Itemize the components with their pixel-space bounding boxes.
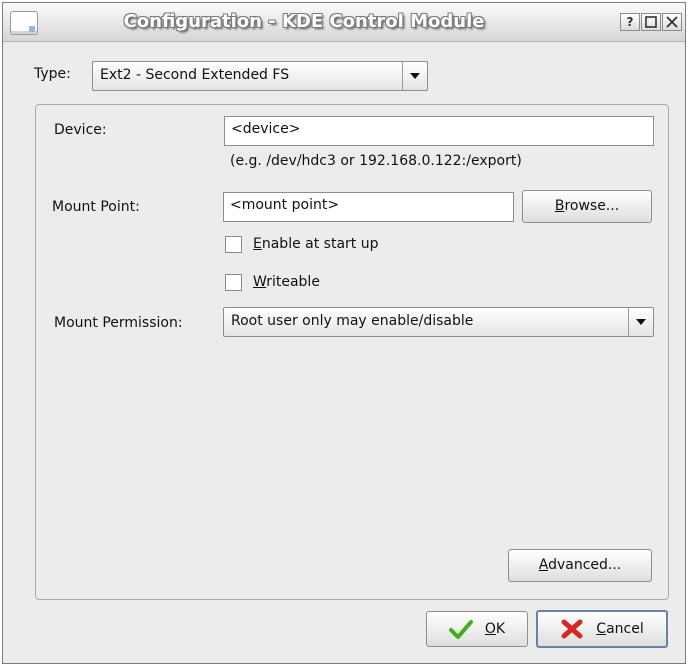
writeable-checkbox[interactable] (225, 274, 242, 291)
mount-permission-select[interactable]: Root user only may enable/disable (223, 307, 654, 337)
advanced-mnemonic: A (538, 557, 549, 573)
cross-icon (561, 619, 583, 639)
browse-mnemonic: B (554, 198, 565, 214)
cancel-mnemonic: C (596, 621, 607, 637)
chevron-down-icon (628, 308, 653, 336)
mount-permission-value: Root user only may enable/disable (231, 313, 474, 329)
device-hint: (e.g. /dev/hdc3 or 192.168.0.122:/export… (230, 153, 522, 169)
close-icon (666, 16, 678, 28)
mount-settings-group (35, 104, 669, 600)
help-button[interactable]: ? (620, 13, 640, 31)
writeable-label-rest: riteable (266, 274, 320, 290)
type-select-value: Ext2 - Second Extended FS (100, 67, 290, 83)
mount-permission-label: Mount Permission: (54, 315, 183, 331)
writeable-mnemonic: W (253, 274, 267, 290)
type-label: Type: (34, 66, 71, 82)
cancel-label-rest: ancel (606, 621, 644, 637)
title-bar[interactable]: Configuration - KDE Control Module ? (3, 3, 685, 42)
ok-mnemonic: O (484, 621, 496, 637)
ok-button[interactable]: OK (426, 611, 528, 647)
device-input[interactable]: <device> (224, 116, 654, 146)
browse-button[interactable]: Browse... (522, 190, 652, 223)
checkmark-icon (448, 620, 473, 639)
window-app-icon[interactable] (10, 11, 38, 35)
enable-mnemonic: E (253, 236, 262, 252)
advanced-label-rest: dvanced... (548, 557, 622, 573)
writeable-label[interactable]: Writeable (253, 274, 320, 290)
maximize-icon (645, 16, 657, 28)
browse-label-rest: rowse... (564, 198, 620, 214)
advanced-button[interactable]: Advanced... (508, 549, 652, 582)
ok-label-rest: K (495, 621, 506, 637)
maximize-button[interactable] (641, 13, 661, 31)
mount-point-input[interactable]: <mount point> (223, 192, 514, 222)
window-title: Configuration - KDE Control Module (123, 11, 485, 32)
enable-label-rest: nable at start up (261, 236, 379, 252)
cancel-button[interactable]: Cancel (536, 610, 668, 648)
configuration-dialog: Configuration - KDE Control Module ? Typ… (2, 2, 686, 664)
enable-at-startup-label[interactable]: Enable at start up (253, 236, 379, 252)
device-label: Device: (54, 122, 107, 138)
chevron-down-icon (402, 62, 427, 90)
type-select[interactable]: Ext2 - Second Extended FS (92, 61, 428, 91)
mount-point-label: Mount Point: (52, 199, 140, 215)
close-button[interactable] (662, 13, 682, 31)
enable-at-startup-checkbox[interactable] (225, 236, 242, 253)
